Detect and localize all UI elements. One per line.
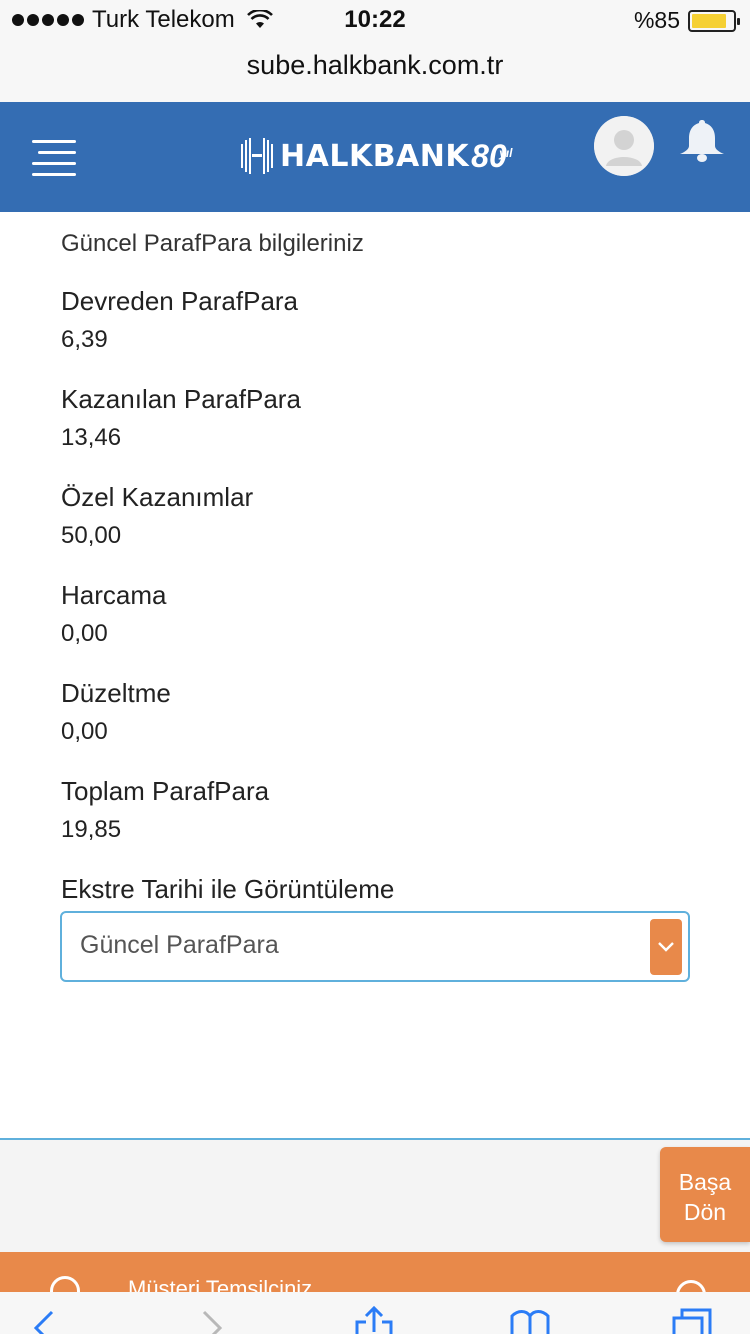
- footer-area: [0, 1140, 750, 1252]
- field-harcama: Harcama 0,00: [61, 580, 701, 648]
- field-label: Kazanılan ParafPara: [61, 384, 301, 414]
- back-to-top-label-1: Başa: [678, 1169, 732, 1195]
- field-ozel-kazanimlar: Özel Kazanımlar 50,00: [61, 482, 701, 550]
- headset-icon: [50, 1276, 80, 1292]
- field-value: 50,00: [61, 522, 122, 549]
- battery-icon: [688, 9, 740, 32]
- url-text[interactable]: sube.halkbank.com.tr: [247, 50, 504, 80]
- field-value: 13,46: [61, 424, 122, 451]
- bookmarks-icon[interactable]: [508, 1306, 552, 1334]
- statement-date-select[interactable]: Güncel ParafPara: [60, 911, 690, 982]
- field-label: Toplam ParafPara: [61, 776, 270, 806]
- status-bar: Turk Telekom 10:22 %85: [0, 0, 750, 42]
- battery-percent: %85: [633, 7, 680, 33]
- select-value[interactable]: Güncel ParafPara: [80, 931, 279, 960]
- field-value: 19,85: [61, 816, 122, 843]
- back-to-top-button[interactable]: Başa Dön: [660, 1147, 750, 1242]
- field-label: Devreden ParafPara: [61, 286, 299, 316]
- battery-fill: [692, 13, 726, 28]
- notification-bell-icon[interactable]: [674, 118, 730, 164]
- representative-bar[interactable]: Müşteri Temsilciniz: [0, 1252, 750, 1292]
- logo-text: HALKBANK: [280, 138, 470, 174]
- field-label: Özel Kazanımlar: [61, 482, 254, 512]
- field-label: Düzeltme: [61, 678, 171, 708]
- back-to-top-label-2: Dön: [683, 1199, 727, 1225]
- section-title: Güncel ParafPara bilgileriniz: [61, 230, 364, 257]
- field-duzeltme: Düzeltme 0,00: [61, 678, 701, 746]
- logo-anniversary: 80 yıl: [471, 138, 512, 175]
- field-devreden: Devreden ParafPara 6,39: [61, 286, 701, 354]
- back-icon[interactable]: [24, 1306, 68, 1334]
- browser-toolbar: [0, 1292, 750, 1334]
- field-value: 0,00: [61, 620, 108, 647]
- forward-icon[interactable]: [190, 1306, 234, 1334]
- field-label: Harcama: [61, 580, 167, 610]
- statement-select-label: Ekstre Tarihi ile Görüntüleme: [61, 874, 395, 904]
- representative-label[interactable]: Müşteri Temsilciniz: [128, 1276, 312, 1292]
- avatar[interactable]: [594, 116, 654, 176]
- field-value: 0,00: [61, 718, 108, 745]
- app-header: HALKBANK 80 yıl: [0, 102, 750, 212]
- tabs-icon[interactable]: [670, 1306, 714, 1334]
- battery-group: %85: [633, 7, 740, 34]
- halkbank-logo[interactable]: HALKBANK 80 yıl: [240, 136, 512, 176]
- chat-icon[interactable]: [676, 1280, 706, 1292]
- field-kazanilan: Kazanılan ParafPara 13,46: [61, 384, 701, 452]
- address-bar[interactable]: sube.halkbank.com.tr: [0, 42, 750, 102]
- field-toplam: Toplam ParafPara 19,85: [61, 776, 701, 844]
- logo-anniversary-suffix: yıl: [499, 145, 513, 160]
- menu-icon[interactable]: [32, 140, 76, 176]
- field-value: 6,39: [61, 326, 108, 353]
- chevron-down-icon[interactable]: [650, 919, 682, 975]
- halkbank-mark-icon: [241, 138, 273, 174]
- share-icon[interactable]: [352, 1306, 396, 1334]
- user-icon: [594, 116, 654, 176]
